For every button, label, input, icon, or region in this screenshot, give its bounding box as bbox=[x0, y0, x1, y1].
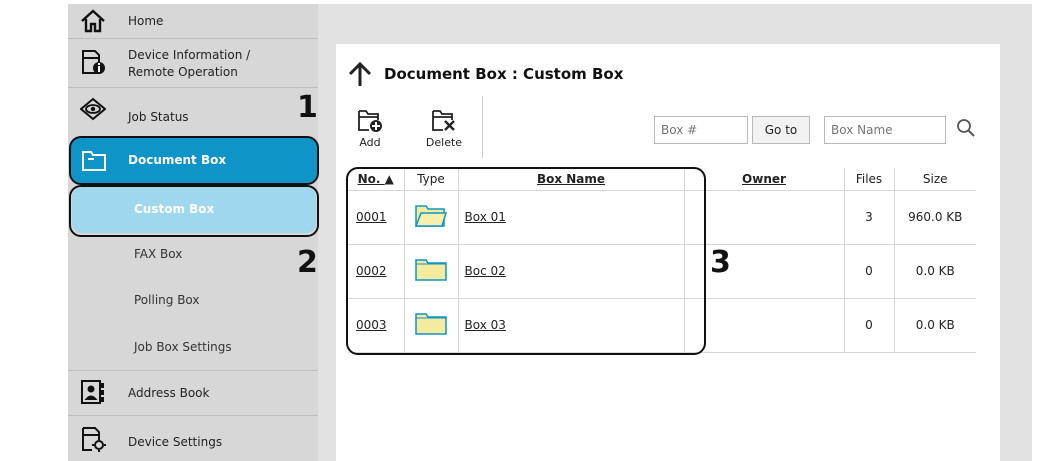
callout-number-2: 2 bbox=[297, 245, 318, 280]
sidebar-item-label: Polling Box bbox=[134, 293, 200, 307]
address-book-icon bbox=[80, 379, 106, 405]
owner-cell bbox=[684, 244, 845, 299]
sidebar-item-fax-box[interactable]: FAX Box bbox=[68, 236, 318, 278]
sidebar-item-job-status[interactable]: Job Status bbox=[68, 88, 318, 136]
column-header-files: Files bbox=[844, 168, 895, 191]
owner-cell bbox=[684, 298, 845, 353]
sidebar-item-label: Home bbox=[128, 14, 164, 28]
sidebar-item-label: Address Book bbox=[128, 386, 210, 400]
callout-outline-document-box bbox=[69, 136, 319, 185]
sidebar-item-label-line2: Remote Operation bbox=[128, 65, 238, 79]
page-title: Document Box : Custom Box bbox=[384, 65, 624, 83]
sidebar-item-address-book[interactable]: Address Book bbox=[68, 371, 318, 415]
sidebar-item-label: FAX Box bbox=[134, 247, 183, 261]
sidebar-item-device-information[interactable]: Device Information / Remote Operation bbox=[68, 39, 318, 87]
add-label: Add bbox=[359, 136, 381, 149]
files-cell: 3 bbox=[844, 190, 895, 245]
eye-icon bbox=[80, 96, 106, 122]
sidebar-item-job-box-settings[interactable]: Job Box Settings bbox=[68, 328, 318, 370]
box-number-input[interactable] bbox=[654, 116, 748, 144]
add-folder-icon bbox=[358, 110, 382, 132]
sidebar-item-label: Job Box Settings bbox=[134, 340, 232, 354]
sidebar-item-label: Job Status bbox=[128, 110, 189, 124]
box-name-input[interactable] bbox=[824, 116, 946, 144]
callout-number-1: 1 bbox=[297, 90, 318, 125]
size-cell: 0.0 KB bbox=[894, 244, 976, 299]
device-info-icon bbox=[80, 49, 106, 75]
sidebar-item-label: Device Information / bbox=[128, 48, 251, 62]
callout-outline-box-list bbox=[346, 167, 706, 355]
column-header-owner[interactable]: Owner bbox=[684, 168, 845, 191]
search-icon[interactable] bbox=[956, 118, 976, 138]
up-arrow-icon[interactable] bbox=[346, 60, 374, 88]
size-cell: 0.0 KB bbox=[894, 298, 976, 353]
go-to-button[interactable]: Go to bbox=[752, 116, 810, 144]
files-cell: 0 bbox=[844, 244, 895, 299]
sidebar-item-label: Device Settings bbox=[128, 435, 223, 449]
sidebar-item-polling-box[interactable]: Polling Box bbox=[68, 282, 318, 324]
files-cell: 0 bbox=[844, 298, 895, 353]
delete-label: Delete bbox=[425, 136, 463, 149]
delete-folder-icon bbox=[432, 110, 455, 131]
delete-button[interactable]: Delete bbox=[420, 106, 468, 149]
device-settings-icon bbox=[80, 426, 106, 452]
callout-number-3: 3 bbox=[710, 245, 731, 280]
owner-cell bbox=[684, 190, 845, 245]
callout-outline-custom-box bbox=[69, 185, 319, 237]
add-button[interactable]: Add bbox=[350, 106, 390, 149]
home-icon bbox=[80, 8, 106, 34]
sidebar-item-device-settings[interactable]: Device Settings bbox=[68, 416, 318, 461]
page-header: Document Box : Custom Box bbox=[346, 60, 623, 88]
column-header-size: Size bbox=[894, 168, 976, 191]
toolbar-divider bbox=[482, 96, 483, 158]
size-cell: 960.0 KB bbox=[894, 190, 976, 245]
sidebar-item-home[interactable]: Home bbox=[68, 4, 318, 38]
